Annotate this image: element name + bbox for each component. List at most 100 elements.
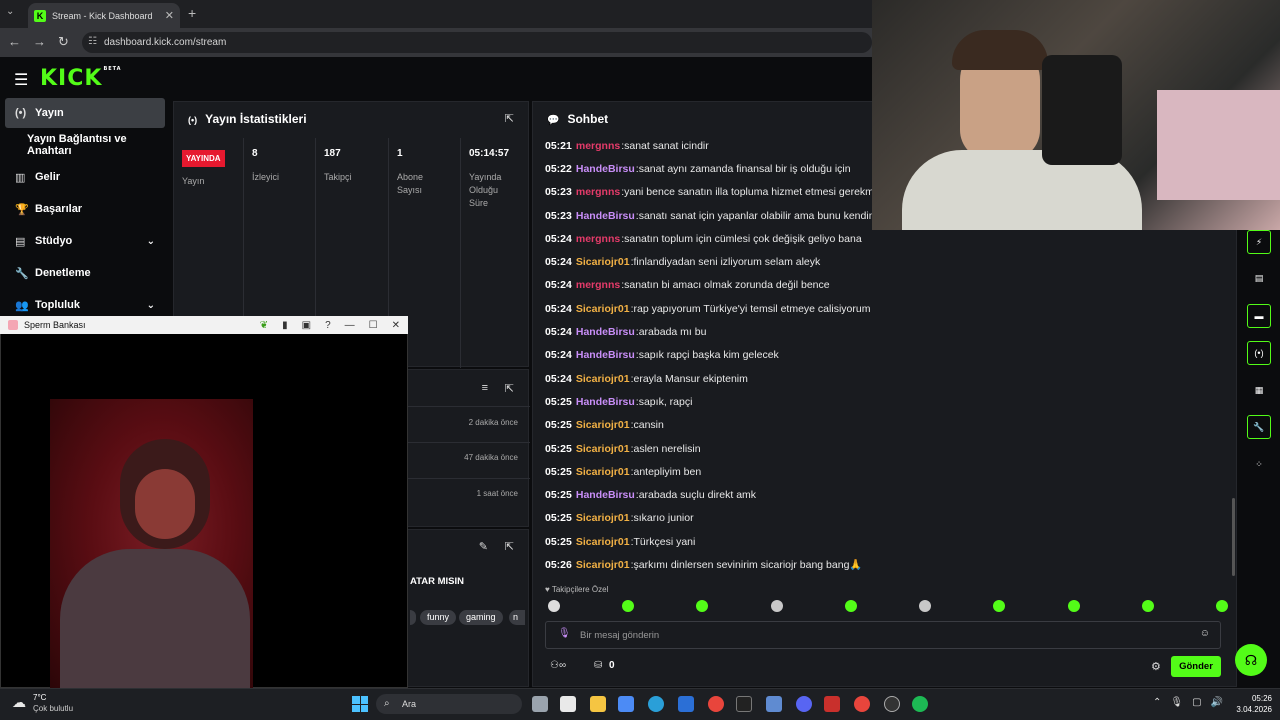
edit-icon[interactable]: ✎	[479, 540, 488, 553]
message-username[interactable]: HandeBirsu	[576, 489, 635, 501]
expand-icon[interactable]: ⇱	[505, 382, 514, 395]
chat-rail-icon[interactable]: ▬	[1247, 304, 1271, 328]
layout-icon[interactable]: ▦	[1247, 378, 1271, 402]
emote-icon[interactable]	[548, 600, 560, 612]
spotify-icon[interactable]	[912, 696, 928, 712]
file-explorer-icon[interactable]	[590, 696, 606, 712]
back-icon[interactable]: ←	[8, 34, 33, 49]
nav-buttons[interactable]: ←→↻	[8, 34, 81, 50]
app-icon[interactable]	[736, 696, 752, 712]
maximize-icon[interactable]: ☐	[369, 320, 378, 331]
emote-icon[interactable]	[770, 600, 783, 612]
sidebar-item-denetleme[interactable]: 🔧 Denetleme	[5, 258, 165, 288]
mail-icon[interactable]	[678, 696, 694, 712]
discord-icon[interactable]	[796, 696, 812, 712]
expand-icon[interactable]: ⇱	[505, 112, 514, 125]
help-icon[interactable]: ?	[325, 320, 331, 331]
broadcast-rail-icon[interactable]: (•)	[1247, 341, 1271, 365]
emote-icon[interactable]	[696, 600, 709, 612]
reload-icon[interactable]: ↻	[58, 34, 81, 49]
message-username[interactable]: mergnns	[576, 140, 620, 152]
start-icon[interactable]	[352, 696, 368, 712]
sidebar-item-gelir[interactable]: ▥ Gelir	[5, 162, 165, 192]
taskbar-search[interactable]: ⌕ Ara	[376, 694, 522, 714]
mod-tools-icon[interactable]: 🔧	[1247, 415, 1271, 439]
menu-icon[interactable]: ☰	[14, 70, 28, 90]
app-icon[interactable]	[618, 696, 634, 712]
tab-search-icon[interactable]: ⌄	[6, 6, 14, 17]
message-username[interactable]: HandeBirsu	[576, 210, 635, 222]
sidebar-item-yayin[interactable]: (•) Yayın	[5, 98, 165, 128]
link-icon[interactable]: ⚇∞	[550, 660, 566, 671]
message-text: şarkımı dinlersen sevinirim sicariojr ba…	[633, 559, 863, 572]
emote-icon[interactable]	[1067, 600, 1080, 612]
chrome-icon[interactable]	[854, 696, 870, 712]
message-username[interactable]: Sicariojr01	[576, 559, 630, 571]
message-username[interactable]: HandeBirsu	[576, 326, 635, 338]
sidebar-item-basarilar[interactable]: 🏆 Başarılar	[5, 194, 165, 224]
message-username[interactable]: Sicariojr01	[576, 419, 630, 431]
emote-icon[interactable]	[844, 600, 857, 612]
message-username[interactable]: mergnns	[576, 233, 620, 245]
tag-chip[interactable]: gaming	[459, 610, 503, 625]
emoji-icon[interactable]: ☺	[1200, 628, 1210, 639]
support-headset-icon[interactable]: ☊	[1235, 644, 1267, 676]
message-time: 05:23	[545, 186, 572, 199]
minimize-icon[interactable]: —	[345, 320, 355, 331]
kick-logo[interactable]: KICKBETA	[40, 66, 122, 91]
expand-icon[interactable]: ⇱	[505, 540, 514, 553]
browser-tab[interactable]: K Stream - Kick Dashboard ✕	[28, 3, 180, 28]
obs-icon[interactable]	[884, 696, 900, 712]
message-username[interactable]: HandeBirsu	[576, 349, 635, 361]
tag-chip[interactable]: funny	[420, 610, 457, 625]
edge-icon[interactable]	[648, 696, 664, 712]
bookmark-icon[interactable]: ▮	[282, 320, 288, 331]
sidebar-item-stream-key[interactable]: Yayın Bağlantısı ve Anahtarı	[5, 130, 165, 160]
community-rail-icon[interactable]: ⁘	[1247, 452, 1271, 476]
message-username[interactable]: Sicariojr01	[576, 443, 630, 455]
emote-icon[interactable]	[1215, 600, 1228, 612]
send-button[interactable]: Gönder	[1171, 656, 1221, 677]
emote-icon[interactable]	[993, 600, 1006, 612]
message-username[interactable]: HandeBirsu	[576, 396, 635, 408]
message-username[interactable]: Sicariojr01	[576, 303, 630, 315]
message-username[interactable]: mergnns	[576, 279, 620, 291]
close-tab-icon[interactable]: ✕	[165, 9, 174, 22]
message-username[interactable]: Sicariojr01	[576, 536, 630, 548]
message-username[interactable]: mergnns	[576, 186, 620, 198]
filter-icon[interactable]: ≡	[482, 382, 488, 394]
url-field[interactable]: ☷ dashboard.kick.com/stream	[82, 32, 872, 53]
points-icon[interactable]: ⛁	[594, 660, 602, 671]
cloud-icon[interactable]: ☁	[12, 694, 26, 711]
app-icon[interactable]	[766, 696, 782, 712]
chat-settings-icon[interactable]: ⚙	[1151, 660, 1161, 673]
quick-actions-icon[interactable]: ⚡	[1247, 230, 1271, 254]
store-icon[interactable]	[560, 696, 576, 712]
tray-icons[interactable]: ⌃🎙▢🔊	[1153, 697, 1232, 708]
message-text: arabada suçlu direkt amk	[638, 489, 757, 502]
message-username[interactable]: Sicariojr01	[576, 466, 630, 478]
tag-chip[interactable]: n	[509, 610, 525, 625]
message-username[interactable]: Sicariojr01	[576, 256, 630, 268]
leaf-icon[interactable]: ❦	[260, 320, 268, 331]
sidebar-item-studyo[interactable]: ▤ Stüdyo ⌄	[5, 226, 165, 256]
chat-message: 05:24 HandeBirsu: sapık rapçi başka kim g…	[545, 344, 1235, 367]
notes-icon[interactable]: ▤	[1247, 266, 1271, 290]
new-tab-icon[interactable]: +	[188, 5, 196, 21]
app-icon[interactable]	[824, 696, 840, 712]
chat-input[interactable]: 🎙 Bir mesaj gönderin ☺	[545, 621, 1221, 649]
close-window-icon[interactable]: ✕	[392, 320, 400, 331]
screen-icon[interactable]: ▣	[302, 320, 311, 331]
task-view-icon[interactable]	[532, 696, 548, 712]
emote-icon[interactable]	[622, 600, 635, 612]
microphone-icon[interactable]: 🎙	[558, 628, 571, 639]
message-username[interactable]: HandeBirsu	[576, 163, 635, 175]
chrome-icon[interactable]	[708, 696, 724, 712]
site-info-icon[interactable]: ☷	[88, 36, 97, 47]
emote-icon[interactable]	[919, 600, 932, 612]
message-username[interactable]: Sicariojr01	[576, 373, 630, 385]
floating-window-titlebar[interactable]: Sperm Bankası ❦ ▮ ▣ ? — ☐ ✕	[0, 316, 408, 334]
forward-icon[interactable]: →	[33, 34, 58, 49]
message-username[interactable]: Sicariojr01	[576, 512, 630, 524]
emote-icon[interactable]	[1141, 600, 1154, 612]
